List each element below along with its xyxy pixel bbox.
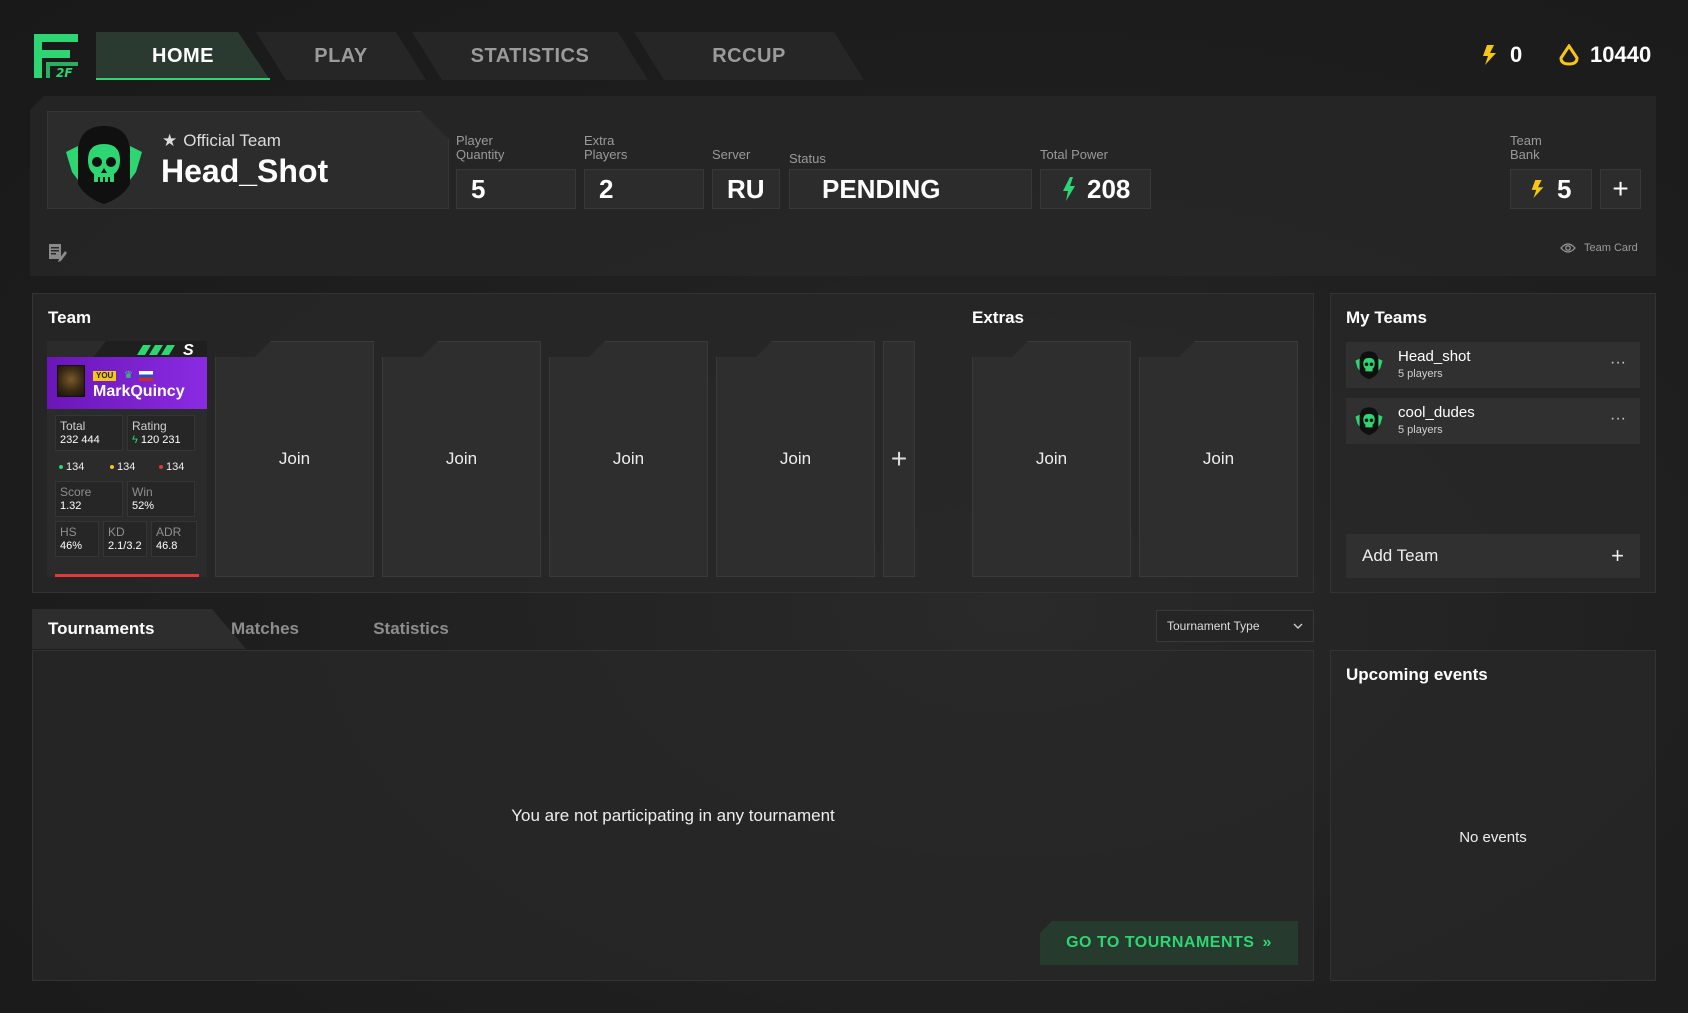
green-dot-icon: [59, 465, 63, 469]
total-stat: Total 232 444: [55, 415, 123, 451]
coin-balance: 0: [1480, 40, 1522, 70]
nav-tab-label: HOME: [152, 44, 214, 67]
nav-tab-play[interactable]: PLAY: [256, 32, 426, 80]
nav-tab-label: RCCUP: [712, 44, 786, 67]
join-slot-2[interactable]: Join: [382, 341, 541, 577]
rating-stat: Rating ϟ 120 231: [127, 415, 195, 451]
kda-assists: 134: [110, 461, 135, 473]
nav-tab-home[interactable]: HOME: [96, 32, 270, 80]
my-teams-title: My Teams: [1346, 308, 1427, 327]
plus-icon: +: [890, 443, 908, 474]
team-row-name: cool_dudes: [1398, 404, 1475, 421]
nav-tab-label: STATISTICS: [470, 44, 590, 67]
team-section-title: Team: [48, 308, 92, 327]
tab-statistics[interactable]: Statistics: [356, 609, 466, 649]
join-slot-1[interactable]: Join: [215, 341, 374, 577]
more-options-icon[interactable]: ···: [1610, 410, 1626, 428]
official-team-label: ★ Official Team: [162, 131, 281, 150]
add-bank-button[interactable]: +: [1600, 169, 1641, 209]
app-logo-icon[interactable]: 2F: [30, 30, 82, 82]
chevron-down-icon: [1293, 623, 1303, 629]
add-slot-button[interactable]: +: [883, 341, 915, 577]
total-power-label: Total Power: [1040, 147, 1108, 162]
skull-shield-icon: [1355, 351, 1383, 380]
you-badge: YOU: [93, 371, 117, 381]
crown-icon: ♛: [124, 370, 133, 381]
server-label: Server: [712, 147, 751, 162]
list-item[interactable]: cool_dudes 5 players ···: [1346, 398, 1640, 444]
red-dot-icon: [159, 465, 163, 469]
nav-tab-rccup[interactable]: RCCUP: [634, 32, 864, 80]
star-icon: ★: [162, 131, 178, 150]
lightning-icon: ϟ: [132, 434, 138, 446]
coin-value: 0: [1510, 42, 1523, 67]
points-value: 10440: [1590, 42, 1652, 67]
no-events-message: No events: [1459, 829, 1527, 846]
add-team-button[interactable]: Add Team +: [1346, 534, 1640, 578]
team-row-count: 5 players: [1398, 424, 1443, 436]
extra-players-label: Extra Players: [584, 133, 628, 162]
edit-icon[interactable]: [48, 242, 68, 262]
join-slot-4[interactable]: Join: [716, 341, 875, 577]
kd-stat: KD 2.1/3.2: [103, 521, 147, 557]
points-icon: [1559, 44, 1579, 66]
status-value: PENDING: [789, 169, 1032, 209]
player-quantity-value: 5: [456, 169, 576, 209]
join-slot-3[interactable]: Join: [549, 341, 708, 577]
win-stat: Win 52%: [127, 481, 195, 517]
yellow-dot-icon: [110, 465, 114, 469]
nav-tab-statistics[interactable]: STATISTICS: [412, 32, 648, 80]
lightning-icon: [1063, 177, 1075, 201]
player-name: MarkQuincy: [93, 383, 185, 400]
main-nav: HOME PLAY STATISTICS RCCUP: [96, 32, 864, 80]
tab-matches[interactable]: Matches: [210, 609, 320, 649]
player-status-bar: [55, 574, 199, 577]
team-bank-label: Team Bank: [1510, 133, 1542, 162]
upcoming-events-panel: [1330, 650, 1656, 981]
team-card-link[interactable]: Team Card: [1560, 242, 1638, 254]
logo-text: 2F: [56, 66, 73, 80]
coin-icon: [1531, 180, 1544, 198]
total-power-value: 208: [1040, 169, 1151, 209]
extra-players-value: 2: [584, 169, 704, 209]
points-balance: 10440: [1558, 40, 1651, 70]
adr-stat: ADR 46.8: [151, 521, 197, 557]
status-label: Status: [789, 151, 826, 166]
score-stat: Score 1.32: [55, 481, 123, 517]
server-value: RU: [712, 169, 780, 209]
skull-shield-icon: [66, 126, 142, 204]
kda-deaths: 134: [159, 461, 184, 473]
team-row-count: 5 players: [1398, 368, 1443, 380]
eye-icon: [1560, 243, 1576, 253]
go-to-tournaments-button[interactable]: GO TO TOURNAMENTS »: [1040, 921, 1298, 965]
skull-shield-icon: [1355, 407, 1383, 436]
more-options-icon[interactable]: ···: [1610, 354, 1626, 372]
team-bank-value: 5: [1510, 169, 1592, 209]
player-card[interactable]: S YOU ♛ MarkQuincy Total 232 444 Rating …: [47, 341, 207, 577]
upcoming-events-title: Upcoming events: [1346, 665, 1488, 684]
double-chevron-right-icon: »: [1262, 934, 1272, 951]
avatar: [57, 365, 85, 397]
nav-tab-label: PLAY: [314, 44, 368, 67]
kda-kills: 134: [59, 461, 84, 473]
team-name: Head_Shot: [161, 153, 329, 189]
plus-icon: +: [1611, 543, 1624, 568]
coin-icon: [1483, 45, 1496, 65]
rank-stripes-icon: [137, 345, 175, 355]
extra-join-slot-1[interactable]: Join: [972, 341, 1131, 577]
extras-section-title: Extras: [972, 308, 1024, 327]
hs-stat: HS 46%: [55, 521, 99, 557]
plus-icon: +: [1612, 173, 1629, 204]
tournaments-empty-message: You are not participating in any tournam…: [511, 806, 835, 825]
ru-flag-icon: [139, 371, 153, 381]
team-row-name: Head_shot: [1398, 348, 1471, 365]
tournament-type-select[interactable]: Tournament Type: [1156, 610, 1314, 642]
extra-join-slot-2[interactable]: Join: [1139, 341, 1298, 577]
list-item[interactable]: Head_shot 5 players ···: [1346, 342, 1640, 388]
player-quantity-label: Player Quantity: [456, 133, 505, 162]
